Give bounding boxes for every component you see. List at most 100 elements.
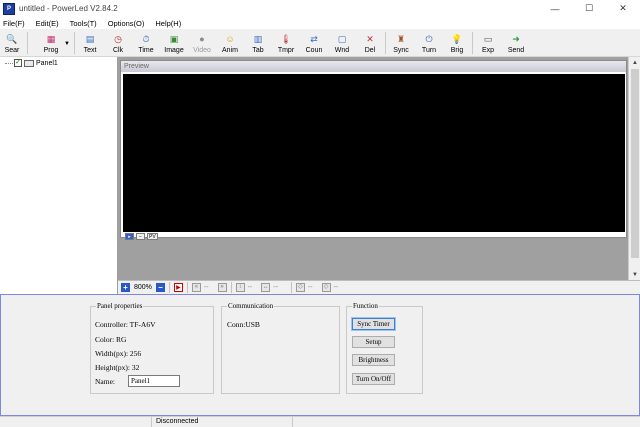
status-bar: Disconnected: [0, 416, 640, 427]
panel-name-input[interactable]: Panel1: [128, 375, 180, 387]
position-x-icon[interactable]: ◇: [295, 283, 305, 292]
table-label: Tab: [252, 47, 264, 54]
width-icon[interactable]: ↔: [261, 283, 271, 292]
brightness-label: Brig: [450, 47, 464, 54]
text-icon: ▤: [85, 34, 95, 44]
menu-edit[interactable]: Edit(E): [36, 19, 59, 28]
position-y-value: --: [333, 284, 339, 291]
delete-icon: ✕: [366, 34, 374, 44]
toolbar: 🔍 Sear ▦ Prog ▼ ▤ Text ◷ Clk ⏱ Time ▣ Im…: [0, 30, 640, 57]
window-title: untitled - PowerLed V2.84.2: [19, 4, 118, 13]
vertical-scrollbar[interactable]: ▲ ▼: [628, 57, 640, 280]
timer-icon: ⏱: [142, 34, 150, 44]
panel-icon: [24, 59, 34, 67]
width-value: --: [273, 284, 278, 291]
close-button[interactable]: ✕: [606, 0, 640, 17]
preview-pv-button[interactable]: PV: [147, 233, 158, 240]
program-dropdown-arrow[interactable]: ▼: [63, 30, 71, 57]
zoom-separator: [290, 282, 292, 293]
connection-status: Disconnected: [156, 417, 293, 427]
window-button[interactable]: ▢ Wnd: [330, 30, 354, 57]
panel-properties-legend: Panel properties: [97, 302, 143, 310]
animation-button[interactable]: ☺ Anim: [218, 30, 242, 57]
video-label: Video: [193, 47, 211, 54]
table-button[interactable]: ▥ Tab: [246, 30, 270, 57]
turn-button[interactable]: ⏻ Turn: [417, 30, 441, 57]
record-button[interactable]: ▶: [173, 283, 183, 292]
tree-item-label: Panel1: [36, 59, 58, 67]
export-label: Exp: [481, 47, 495, 54]
menu-options[interactable]: Options(O): [108, 19, 145, 28]
preview-play-button[interactable]: ▸: [125, 233, 134, 240]
video-button[interactable]: ● Video: [190, 30, 214, 57]
turn-label: Turn: [421, 47, 437, 54]
align-left-icon[interactable]: «: [191, 283, 201, 292]
height-value: Height(px): 32: [95, 363, 140, 372]
powerled-app-icon: P: [3, 2, 15, 15]
width-value: Width(px): 256: [95, 349, 142, 358]
preview-tools: ▸ − PV: [125, 233, 158, 240]
counter-button[interactable]: ⇄ Coun: [302, 30, 326, 57]
color-value: Color: RG: [95, 335, 127, 344]
align-right-icon[interactable]: »: [217, 283, 227, 292]
name-label: Name:: [95, 377, 115, 386]
thermometer-icon: 🌡: [280, 34, 292, 44]
clock-button[interactable]: ◷ Clk: [106, 30, 130, 57]
height-value: --: [247, 284, 253, 291]
delete-button[interactable]: ✕ Del: [358, 30, 382, 57]
brightness-button[interactable]: 💡 Brig: [445, 30, 469, 57]
zoom-separator: [186, 282, 188, 293]
menu-file[interactable]: File(F): [3, 19, 25, 28]
turn-on-off-button[interactable]: Turn On/Off: [352, 373, 395, 385]
send-button[interactable]: ➜ Send: [504, 30, 528, 57]
communication-group: Communication: [221, 302, 340, 394]
zoom-in-button[interactable]: +: [121, 283, 130, 292]
image-button[interactable]: ▣ Image: [162, 30, 186, 57]
search-icon: 🔍: [6, 34, 18, 44]
brightness-function-button[interactable]: Brightness: [352, 354, 395, 366]
position-y-icon[interactable]: ◇: [321, 283, 331, 292]
communication-legend: Communication: [228, 302, 274, 310]
sync-timer-button[interactable]: Sync Timer: [351, 317, 396, 331]
export-icon: ▭: [483, 34, 493, 44]
sync-button[interactable]: ♜ Sync: [389, 30, 413, 57]
program-button[interactable]: ▦ Prog: [39, 30, 63, 57]
align-left-value: --: [203, 284, 209, 291]
video-icon: ●: [199, 34, 205, 44]
temperature-button[interactable]: 🌡 Tmpr: [274, 30, 298, 57]
image-label: Image: [164, 47, 184, 54]
toolbar-separator: [74, 32, 75, 54]
led-preview-screen: [123, 74, 625, 232]
height-icon[interactable]: ↕: [235, 283, 245, 292]
delete-label: Del: [364, 47, 376, 54]
scroll-down-icon[interactable]: ▼: [629, 269, 640, 280]
search-button[interactable]: 🔍 Sear: [0, 30, 24, 57]
text-button[interactable]: ▤ Text: [78, 30, 102, 57]
time-label: Time: [138, 47, 154, 54]
menu-tools[interactable]: Tools(T): [70, 19, 97, 28]
lightbulb-icon: 💡: [451, 34, 463, 44]
function-legend: Function: [353, 302, 378, 310]
export-button[interactable]: ▭ Exp: [476, 30, 500, 57]
preview-minus-button[interactable]: −: [136, 233, 145, 240]
window-label: Wnd: [334, 47, 350, 54]
zoom-out-button[interactable]: −: [155, 283, 165, 292]
tree-item-panel1[interactable]: ✓ Panel1: [5, 59, 58, 67]
setup-button[interactable]: Setup: [352, 336, 395, 348]
properties-panel: Panel properties Controller: TF-A6V Colo…: [0, 294, 640, 416]
zoom-level: 800%: [134, 284, 152, 291]
title-bar: P untitled - PowerLed V2.84.2 — ☐ ✕: [0, 0, 640, 17]
time-button[interactable]: ⏱ Time: [134, 30, 158, 57]
maximize-button[interactable]: ☐: [572, 0, 606, 17]
minimize-button[interactable]: —: [538, 0, 572, 17]
sync-label: Sync: [393, 47, 409, 54]
panel-checkbox[interactable]: ✓: [14, 59, 22, 67]
zoom-separator: [168, 282, 170, 293]
controller-value: Controller: TF-A6V: [95, 320, 156, 329]
menu-help[interactable]: Help(H): [155, 19, 181, 28]
vertical-scroll-thumb[interactable]: [631, 69, 639, 258]
preview-workspace: Preview ▸ − PV ▲ ▼ ◀ ▶: [118, 57, 640, 294]
window-controls: — ☐ ✕: [538, 0, 640, 17]
scroll-up-icon[interactable]: ▲: [629, 57, 640, 68]
image-icon: ▣: [169, 34, 179, 44]
